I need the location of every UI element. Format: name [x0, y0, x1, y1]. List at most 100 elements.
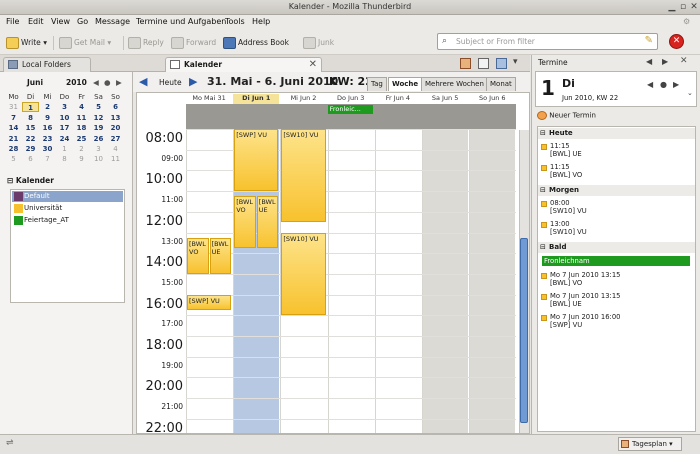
minical-day[interactable]: 2	[39, 102, 56, 112]
scrollbar-thumb[interactable]	[520, 238, 528, 423]
new-event-button[interactable]: Neuer Termin	[537, 111, 596, 120]
minical-day[interactable]: 20	[107, 123, 124, 133]
event-block[interactable]: [SWP] VU	[187, 294, 232, 311]
minical-day[interactable]: 29	[22, 144, 39, 154]
date-next-icon[interactable]: ▶	[673, 80, 679, 89]
day-header[interactable]: Sa Jun 5	[422, 94, 468, 104]
clear-search-icon[interactable]: ✎	[645, 35, 653, 46]
view-tab-mehrere-wochen[interactable]: Mehrere Wochen	[421, 77, 488, 91]
minical-today-icon[interactable]: ●	[104, 78, 111, 87]
minical-day[interactable]: 3	[56, 102, 73, 112]
minical-day[interactable]: 3	[90, 144, 107, 154]
minimize-icon[interactable]: ▁	[667, 2, 677, 12]
minical-day[interactable]: 16	[39, 123, 56, 133]
close-pane-icon[interactable]: ✕	[680, 56, 688, 66]
minical-day[interactable]: 7	[5, 113, 22, 123]
day-column[interactable]	[327, 130, 374, 433]
write-button[interactable]: Write ▾	[6, 35, 47, 51]
address-book-button[interactable]: Address Book	[223, 35, 289, 51]
minical-day[interactable]: 22	[22, 134, 39, 144]
reply-button[interactable]: Reply	[128, 35, 164, 51]
day-column[interactable]	[469, 130, 516, 433]
agenda-item[interactable]: 11:15 [BWL] VO	[541, 163, 690, 179]
agenda-section[interactable]: ⊟ Bald	[538, 242, 695, 253]
junk-button[interactable]: Junk	[303, 35, 334, 51]
minical-day[interactable]: 27	[107, 134, 124, 144]
get-mail-button[interactable]: Get Mail ▾	[59, 35, 111, 51]
tagesplan-toggle[interactable]: Tagesplan ▾	[618, 437, 682, 451]
date-today-icon[interactable]: ●	[660, 80, 667, 89]
menu-edit[interactable]: Edit	[28, 17, 44, 26]
minical-day[interactable]: 8	[56, 154, 73, 164]
minical-day[interactable]: 9	[73, 154, 90, 164]
minical-day[interactable]: 8	[22, 113, 39, 123]
tasks-mode-icon[interactable]	[478, 58, 489, 69]
agenda-item[interactable]: Mo 7 Jun 2010 13:15 [BWL] UE	[541, 292, 690, 308]
minical-day[interactable]: 12	[90, 113, 107, 123]
calendar-item-default[interactable]: Default	[12, 191, 123, 202]
view-tab-tag[interactable]: Tag	[367, 77, 387, 91]
day-column[interactable]	[422, 130, 469, 433]
agenda-item[interactable]: 08:00 [SW10] VU	[541, 199, 690, 215]
today-button[interactable]: Heute	[159, 78, 182, 87]
day-header[interactable]: Mo Mai 31	[186, 94, 232, 104]
event-block[interactable]: [SWP] VU	[234, 129, 279, 192]
allday-event[interactable]: Fronleic...	[327, 105, 373, 114]
minical-day[interactable]: 15	[22, 123, 39, 133]
forward-button[interactable]: Forward	[171, 35, 216, 51]
minical-day[interactable]: 10	[90, 154, 107, 164]
minical-day[interactable]: 28	[5, 144, 22, 154]
minical-day[interactable]: 21	[5, 134, 22, 144]
minical-day[interactable]: 5	[90, 102, 107, 112]
tab-local-folders[interactable]: Local Folders	[3, 57, 91, 72]
agenda-section[interactable]: ⊟ Morgen	[538, 185, 695, 196]
menu-message[interactable]: Message	[95, 17, 130, 26]
day-header[interactable]: Di Jun 1	[233, 94, 280, 104]
close-window-icon[interactable]: ✕	[689, 2, 699, 12]
minical-day[interactable]: 17	[56, 123, 73, 133]
agenda-item[interactable]: 13:00 [SW10] VU	[541, 220, 690, 236]
view-tab-woche[interactable]: Woche	[388, 77, 423, 91]
agenda-allday-event[interactable]: Fronleichnam	[542, 256, 690, 266]
minical-day[interactable]: 6	[107, 102, 124, 112]
calendar-mode-icon[interactable]	[460, 58, 471, 69]
day-header[interactable]: Mi Jun 2	[280, 94, 326, 104]
minical-day[interactable]: 19	[90, 123, 107, 133]
event-block[interactable]: [SW10] VU	[281, 232, 326, 316]
minical-day[interactable]: 5	[5, 154, 22, 164]
next-week-icon[interactable]: ▶	[189, 75, 197, 88]
agenda-section[interactable]: ⊟ Heute	[538, 128, 695, 139]
minical-day[interactable]: 4	[107, 144, 124, 154]
minical-day[interactable]: 11	[107, 154, 124, 164]
agenda-next-icon[interactable]: ▶	[662, 57, 668, 66]
print-icon[interactable]	[496, 58, 507, 69]
event-block[interactable]: [BWL UE	[209, 237, 232, 274]
minical-day[interactable]: 9	[39, 113, 56, 123]
minical-day[interactable]: 1	[22, 102, 39, 113]
day-column[interactable]	[186, 130, 233, 433]
minical-next-icon[interactable]: ▶	[116, 78, 122, 87]
tab-kalender[interactable]: Kalender ✕	[165, 57, 322, 72]
day-header[interactable]: Do Jun 3	[328, 94, 374, 104]
minical-day[interactable]: 23	[39, 134, 56, 144]
menu-view[interactable]: View	[51, 17, 70, 26]
stop-icon[interactable]: ✕	[669, 34, 684, 49]
minical-day[interactable]: 24	[56, 134, 73, 144]
agenda-item[interactable]: Mo 7 Jun 2010 13:15 [BWL] VO	[541, 271, 690, 287]
minical-day[interactable]: 6	[22, 154, 39, 164]
calendar-item-universitat[interactable]: Universität	[12, 203, 123, 214]
agenda-item[interactable]: Mo 7 Jun 2010 16:00 [SWP] VU	[541, 313, 690, 329]
menu-file[interactable]: File	[6, 17, 19, 26]
day-header[interactable]: So Jun 6	[469, 94, 515, 104]
calendar-list-header[interactable]: ⊟ Kalender	[7, 176, 54, 185]
minical-year[interactable]: 2010	[66, 78, 87, 87]
minical-day[interactable]: 2	[73, 144, 90, 154]
minical-day[interactable]: 30	[39, 144, 56, 154]
date-expand-icon[interactable]: ⌄	[687, 89, 693, 97]
menu-help[interactable]: Help	[252, 17, 270, 26]
minical-day[interactable]: 31	[5, 102, 22, 112]
calendar-item-feiertage[interactable]: Feiertage_AT	[12, 215, 123, 226]
menu-termine[interactable]: Termine und Aufgaben	[136, 17, 226, 26]
tab-menu-chevron-icon[interactable]: ▾	[513, 57, 518, 67]
day-header[interactable]: Fr Jun 4	[375, 94, 421, 104]
